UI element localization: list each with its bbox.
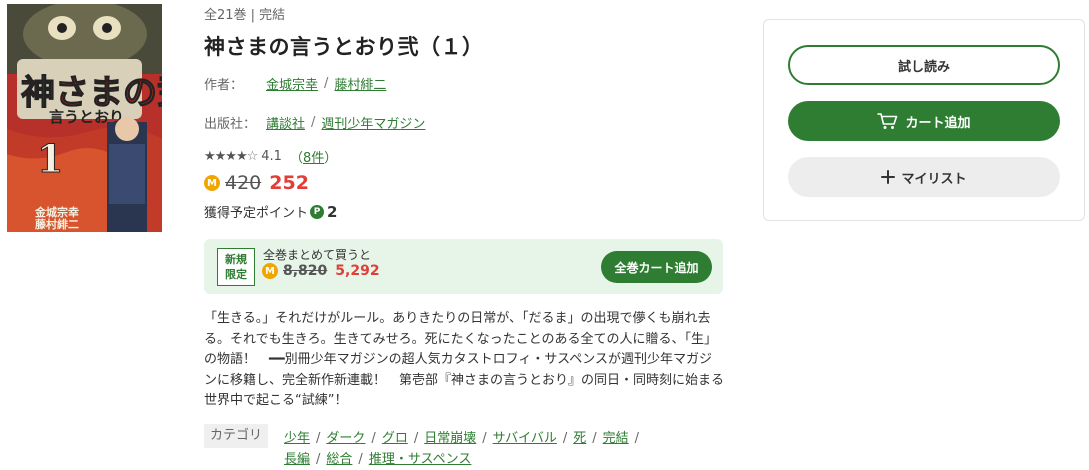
svg-text:1: 1 [37, 136, 63, 181]
category-tag[interactable]: 長編 [284, 452, 310, 467]
publisher-link[interactable]: 講談社 [266, 113, 305, 132]
author-label: 作者： [204, 78, 244, 93]
page-title: 神さまの言うとおり弐（１） [204, 35, 484, 59]
original-price: 420 [225, 172, 262, 194]
magazine-link[interactable]: 週刊少年マガジン [321, 113, 425, 132]
category-tag[interactable]: 総合 [326, 452, 352, 467]
volume-info: 全21巻 | 完結 [204, 8, 286, 23]
category-tag[interactable]: 死 [573, 431, 586, 446]
cover-image[interactable]: 神さまの弐 言うとおり 1 金城宗幸 藤村緋二 [7, 4, 162, 232]
category-line-2: 長編 / 総合 / 推理・サスペンス [284, 452, 472, 467]
svg-text:藤村緋二: 藤村緋二 [35, 217, 79, 231]
points-value: 2 [327, 202, 338, 221]
coin-icon: M [262, 263, 278, 279]
publisher-row: 出版社： 講談社 / 週刊少年マガジン [204, 113, 425, 132]
purchase-panel: 試し読み カート追加 マイリスト [763, 19, 1085, 221]
category-tag[interactable]: グロ [382, 431, 408, 446]
svg-text:金城宗幸: 金城宗幸 [34, 205, 79, 219]
category-label: カテゴリ [204, 424, 269, 448]
price-row: M 420 252 [204, 172, 309, 194]
points-icon: P [310, 204, 325, 219]
trial-read-button[interactable]: 試し読み [788, 45, 1060, 85]
star-rating-icon: ★★★★☆ [204, 149, 258, 164]
author-link-2[interactable]: 藤村緋二 [334, 74, 386, 93]
add-to-cart-label: カート追加 [905, 115, 971, 131]
separator: / [324, 76, 329, 91]
cart-icon [877, 112, 899, 130]
publisher-label: 出版社： [204, 117, 257, 132]
rating-row: ★★★★☆ 4.1 （8件） [204, 147, 337, 166]
category-tag[interactable]: ダーク [326, 431, 365, 446]
review-count[interactable]: （8件） [290, 147, 337, 166]
add-all-to-cart-button[interactable]: 全巻カート追加 [601, 251, 712, 283]
category-tag[interactable]: 完結 [603, 431, 629, 446]
coin-icon: M [204, 175, 220, 191]
points-label: 獲得予定ポイント [204, 206, 309, 221]
mylist-label: マイリスト [901, 171, 967, 187]
rating-value: 4.1 [261, 149, 282, 164]
category-line-1: 少年 / ダーク / グロ / 日常崩壊 / サバイバル / 死 / 完結 / [284, 431, 640, 446]
category-tag[interactable]: 日常崩壊 [424, 431, 476, 446]
bundle-sale-price: 5,292 [335, 263, 380, 279]
description: 「生きる。」それだけがルール。ありきたりの日常が、「だるま」の出現で儚くも崩れ去… [204, 311, 725, 408]
author-link-1[interactable]: 金城宗幸 [266, 74, 318, 93]
new-limited-badge: 新規 限定 [217, 248, 255, 286]
cover-illustration: 神さまの弐 言うとおり 1 金城宗幸 藤村緋二 [7, 4, 162, 232]
category-tag[interactable]: サバイバル [493, 431, 557, 446]
add-to-cart-button[interactable]: カート追加 [788, 101, 1060, 141]
bundle-offer: 新規 限定 全巻まとめて買うと M 8,820 5,292 全巻カート追加 [204, 239, 723, 294]
points-row: 獲得予定ポイント P 2 [204, 202, 338, 222]
plus-icon [881, 170, 896, 184]
bundle-label: 全巻まとめて買うと [263, 248, 372, 262]
add-to-mylist-button[interactable]: マイリスト [788, 157, 1060, 197]
category-tag[interactable]: 少年 [284, 431, 310, 446]
bundle-prices: M 8,820 5,292 [262, 263, 380, 279]
separator: / [311, 115, 316, 130]
author-row: 作者： 金城宗幸 / 藤村緋二 [204, 74, 386, 93]
sale-price: 252 [269, 172, 309, 194]
svg-text:神さまの弐: 神さまの弐 [21, 73, 162, 113]
bundle-original-price: 8,820 [283, 263, 328, 279]
category-tag[interactable]: 推理・サスペンス [369, 452, 472, 467]
